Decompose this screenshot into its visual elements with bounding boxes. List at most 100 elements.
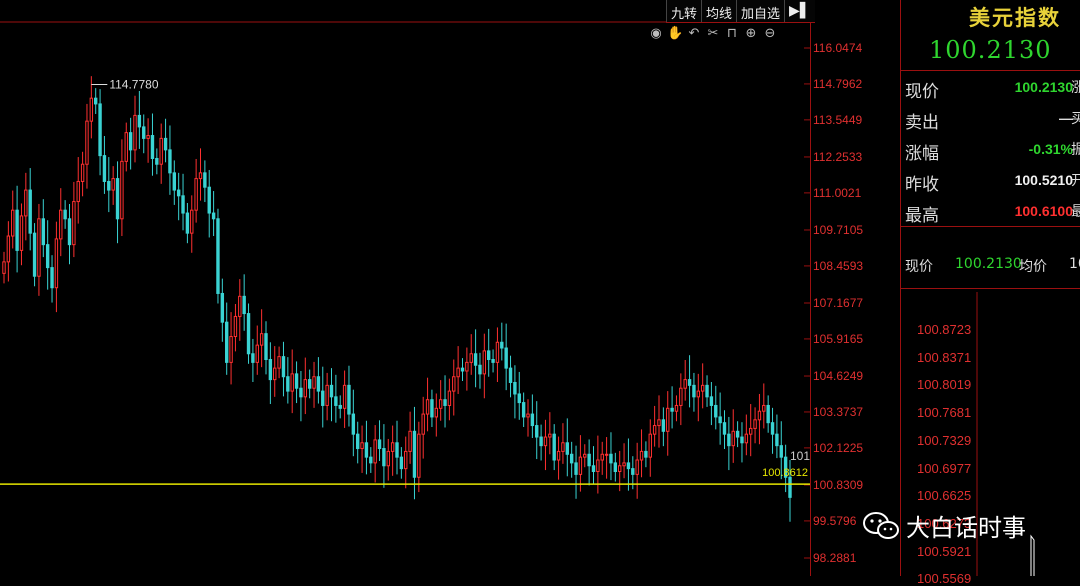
candle[interactable]: [718, 392, 722, 445]
candle[interactable]: [45, 220, 50, 290]
candle[interactable]: [696, 373, 701, 422]
candle[interactable]: [443, 375, 447, 428]
kline-chart-area[interactable]: 100.8612 101 114.7780 九转 均线 加自选 ▶▌ ◉ ✋ ↶ ✂…: [0, 0, 815, 576]
candle[interactable]: [277, 346, 281, 379]
candle[interactable]: [404, 436, 408, 489]
candle[interactable]: [617, 450, 622, 492]
candle[interactable]: [495, 327, 500, 383]
candle[interactable]: [111, 166, 115, 205]
candle[interactable]: [50, 255, 54, 303]
candle[interactable]: [666, 391, 670, 456]
candle[interactable]: [657, 395, 661, 448]
candle[interactable]: [312, 361, 316, 408]
candle[interactable]: [67, 203, 72, 265]
candle[interactable]: [539, 424, 543, 461]
candle[interactable]: [753, 407, 757, 444]
candle[interactable]: [705, 375, 709, 407]
candle[interactable]: [535, 401, 539, 460]
candle[interactable]: [731, 409, 735, 463]
candle[interactable]: [216, 208, 220, 304]
candle[interactable]: [687, 355, 692, 408]
candle[interactable]: [504, 323, 508, 391]
candle[interactable]: [692, 372, 696, 412]
candle[interactable]: [259, 309, 264, 368]
zoom-in-icon[interactable]: ⊕: [743, 26, 759, 42]
candle[interactable]: [351, 389, 356, 457]
candle[interactable]: [150, 113, 155, 176]
candle[interactable]: [142, 114, 146, 154]
candle[interactable]: [190, 195, 194, 253]
candle[interactable]: [613, 452, 618, 482]
candle[interactable]: [41, 199, 46, 258]
candle[interactable]: [72, 181, 76, 258]
candle[interactable]: [456, 346, 460, 394]
candle[interactable]: [652, 405, 657, 447]
candle[interactable]: [172, 160, 177, 205]
candle[interactable]: [473, 329, 478, 388]
candle[interactable]: [155, 148, 159, 175]
candle[interactable]: [28, 168, 32, 251]
candle[interactable]: [194, 158, 198, 223]
candle[interactable]: [264, 321, 268, 375]
candle[interactable]: [207, 169, 211, 238]
candle[interactable]: [347, 365, 351, 427]
candle[interactable]: [268, 342, 273, 405]
candle[interactable]: [211, 191, 216, 237]
candle[interactable]: [552, 424, 556, 471]
candle[interactable]: [486, 328, 491, 377]
candle[interactable]: [714, 385, 718, 430]
candle[interactable]: [15, 185, 19, 273]
candle[interactable]: [373, 425, 377, 483]
candle[interactable]: [286, 357, 290, 404]
candle[interactable]: [565, 418, 570, 477]
candle[interactable]: [85, 103, 89, 189]
candle[interactable]: [604, 437, 609, 479]
candle[interactable]: [299, 370, 303, 422]
candle[interactable]: [102, 135, 107, 194]
candle[interactable]: [748, 404, 753, 457]
candle[interactable]: [63, 200, 67, 229]
candle[interactable]: [6, 221, 11, 282]
scissors-icon[interactable]: ✂: [705, 26, 721, 42]
candle[interactable]: [683, 359, 687, 401]
candle[interactable]: [24, 172, 28, 241]
candle[interactable]: [622, 443, 626, 479]
candle[interactable]: [325, 372, 329, 421]
candle[interactable]: [59, 188, 63, 257]
candle[interactable]: [556, 436, 561, 480]
candle[interactable]: [390, 425, 395, 476]
candle[interactable]: [434, 393, 439, 437]
candle[interactable]: [168, 125, 172, 195]
candle[interactable]: [2, 251, 6, 284]
candle[interactable]: [224, 302, 229, 375]
candle[interactable]: [775, 414, 779, 459]
candle[interactable]: [124, 122, 128, 172]
candle[interactable]: [700, 363, 705, 409]
moving-average-button[interactable]: 均线: [701, 0, 736, 22]
candle[interactable]: [93, 88, 98, 114]
candle[interactable]: [316, 357, 321, 404]
candle[interactable]: [220, 278, 225, 342]
candle[interactable]: [517, 371, 521, 420]
candle[interactable]: [626, 438, 631, 491]
candle[interactable]: [128, 117, 133, 170]
candle[interactable]: [561, 423, 565, 464]
candle[interactable]: [329, 368, 334, 422]
candle[interactable]: [369, 447, 373, 473]
candle[interactable]: [452, 359, 456, 416]
candle[interactable]: [334, 374, 338, 423]
candle[interactable]: [364, 420, 369, 475]
candle[interactable]: [635, 442, 639, 499]
candle[interactable]: [526, 399, 530, 437]
candle[interactable]: [500, 322, 504, 361]
candle[interactable]: [513, 365, 517, 419]
eye-icon[interactable]: ◉: [648, 26, 664, 42]
candle[interactable]: [508, 355, 513, 398]
candle[interactable]: [438, 380, 443, 421]
candle[interactable]: [469, 334, 473, 375]
candle[interactable]: [242, 274, 246, 331]
candle[interactable]: [146, 118, 150, 163]
candle[interactable]: [159, 123, 163, 184]
candle[interactable]: [447, 378, 452, 421]
candle[interactable]: [679, 373, 683, 426]
